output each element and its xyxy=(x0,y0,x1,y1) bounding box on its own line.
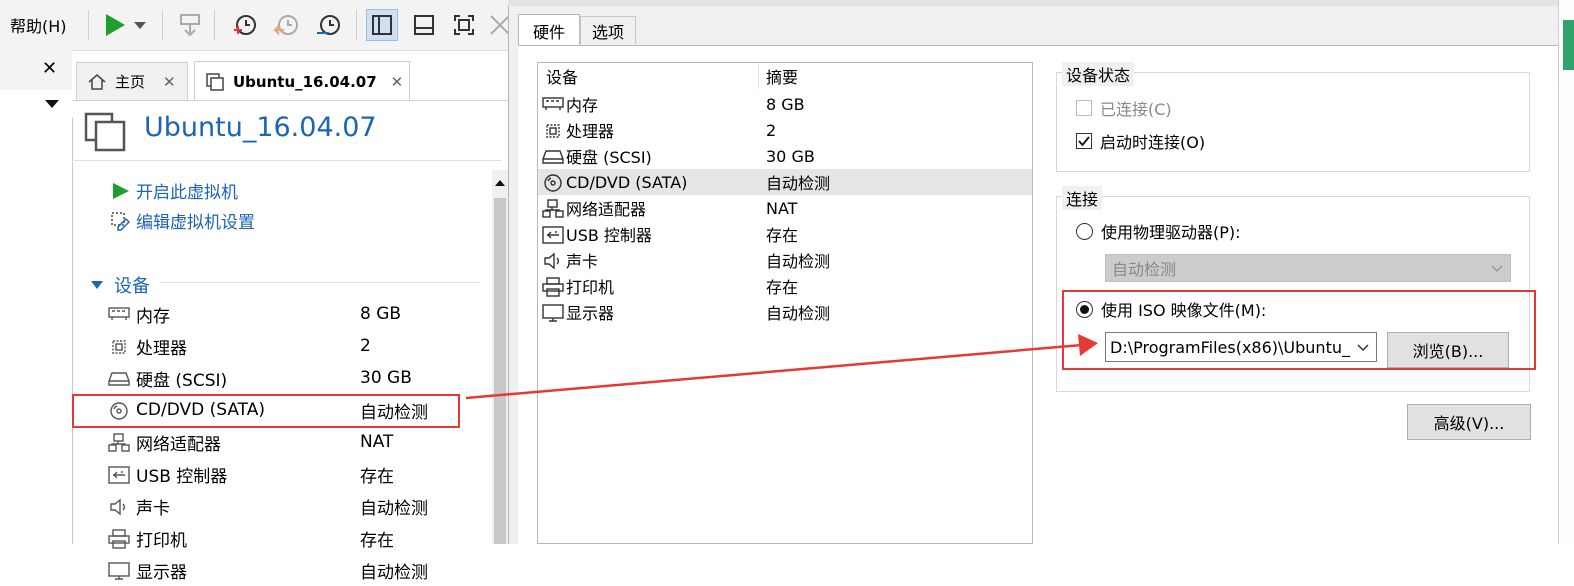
annotation-arrow xyxy=(465,334,1098,400)
device-value: 自动检测 xyxy=(360,562,428,583)
device-name: 显示器 xyxy=(136,562,187,583)
device-row[interactable]: 显示器 自动检测 xyxy=(108,554,488,586)
display-icon xyxy=(108,561,130,580)
